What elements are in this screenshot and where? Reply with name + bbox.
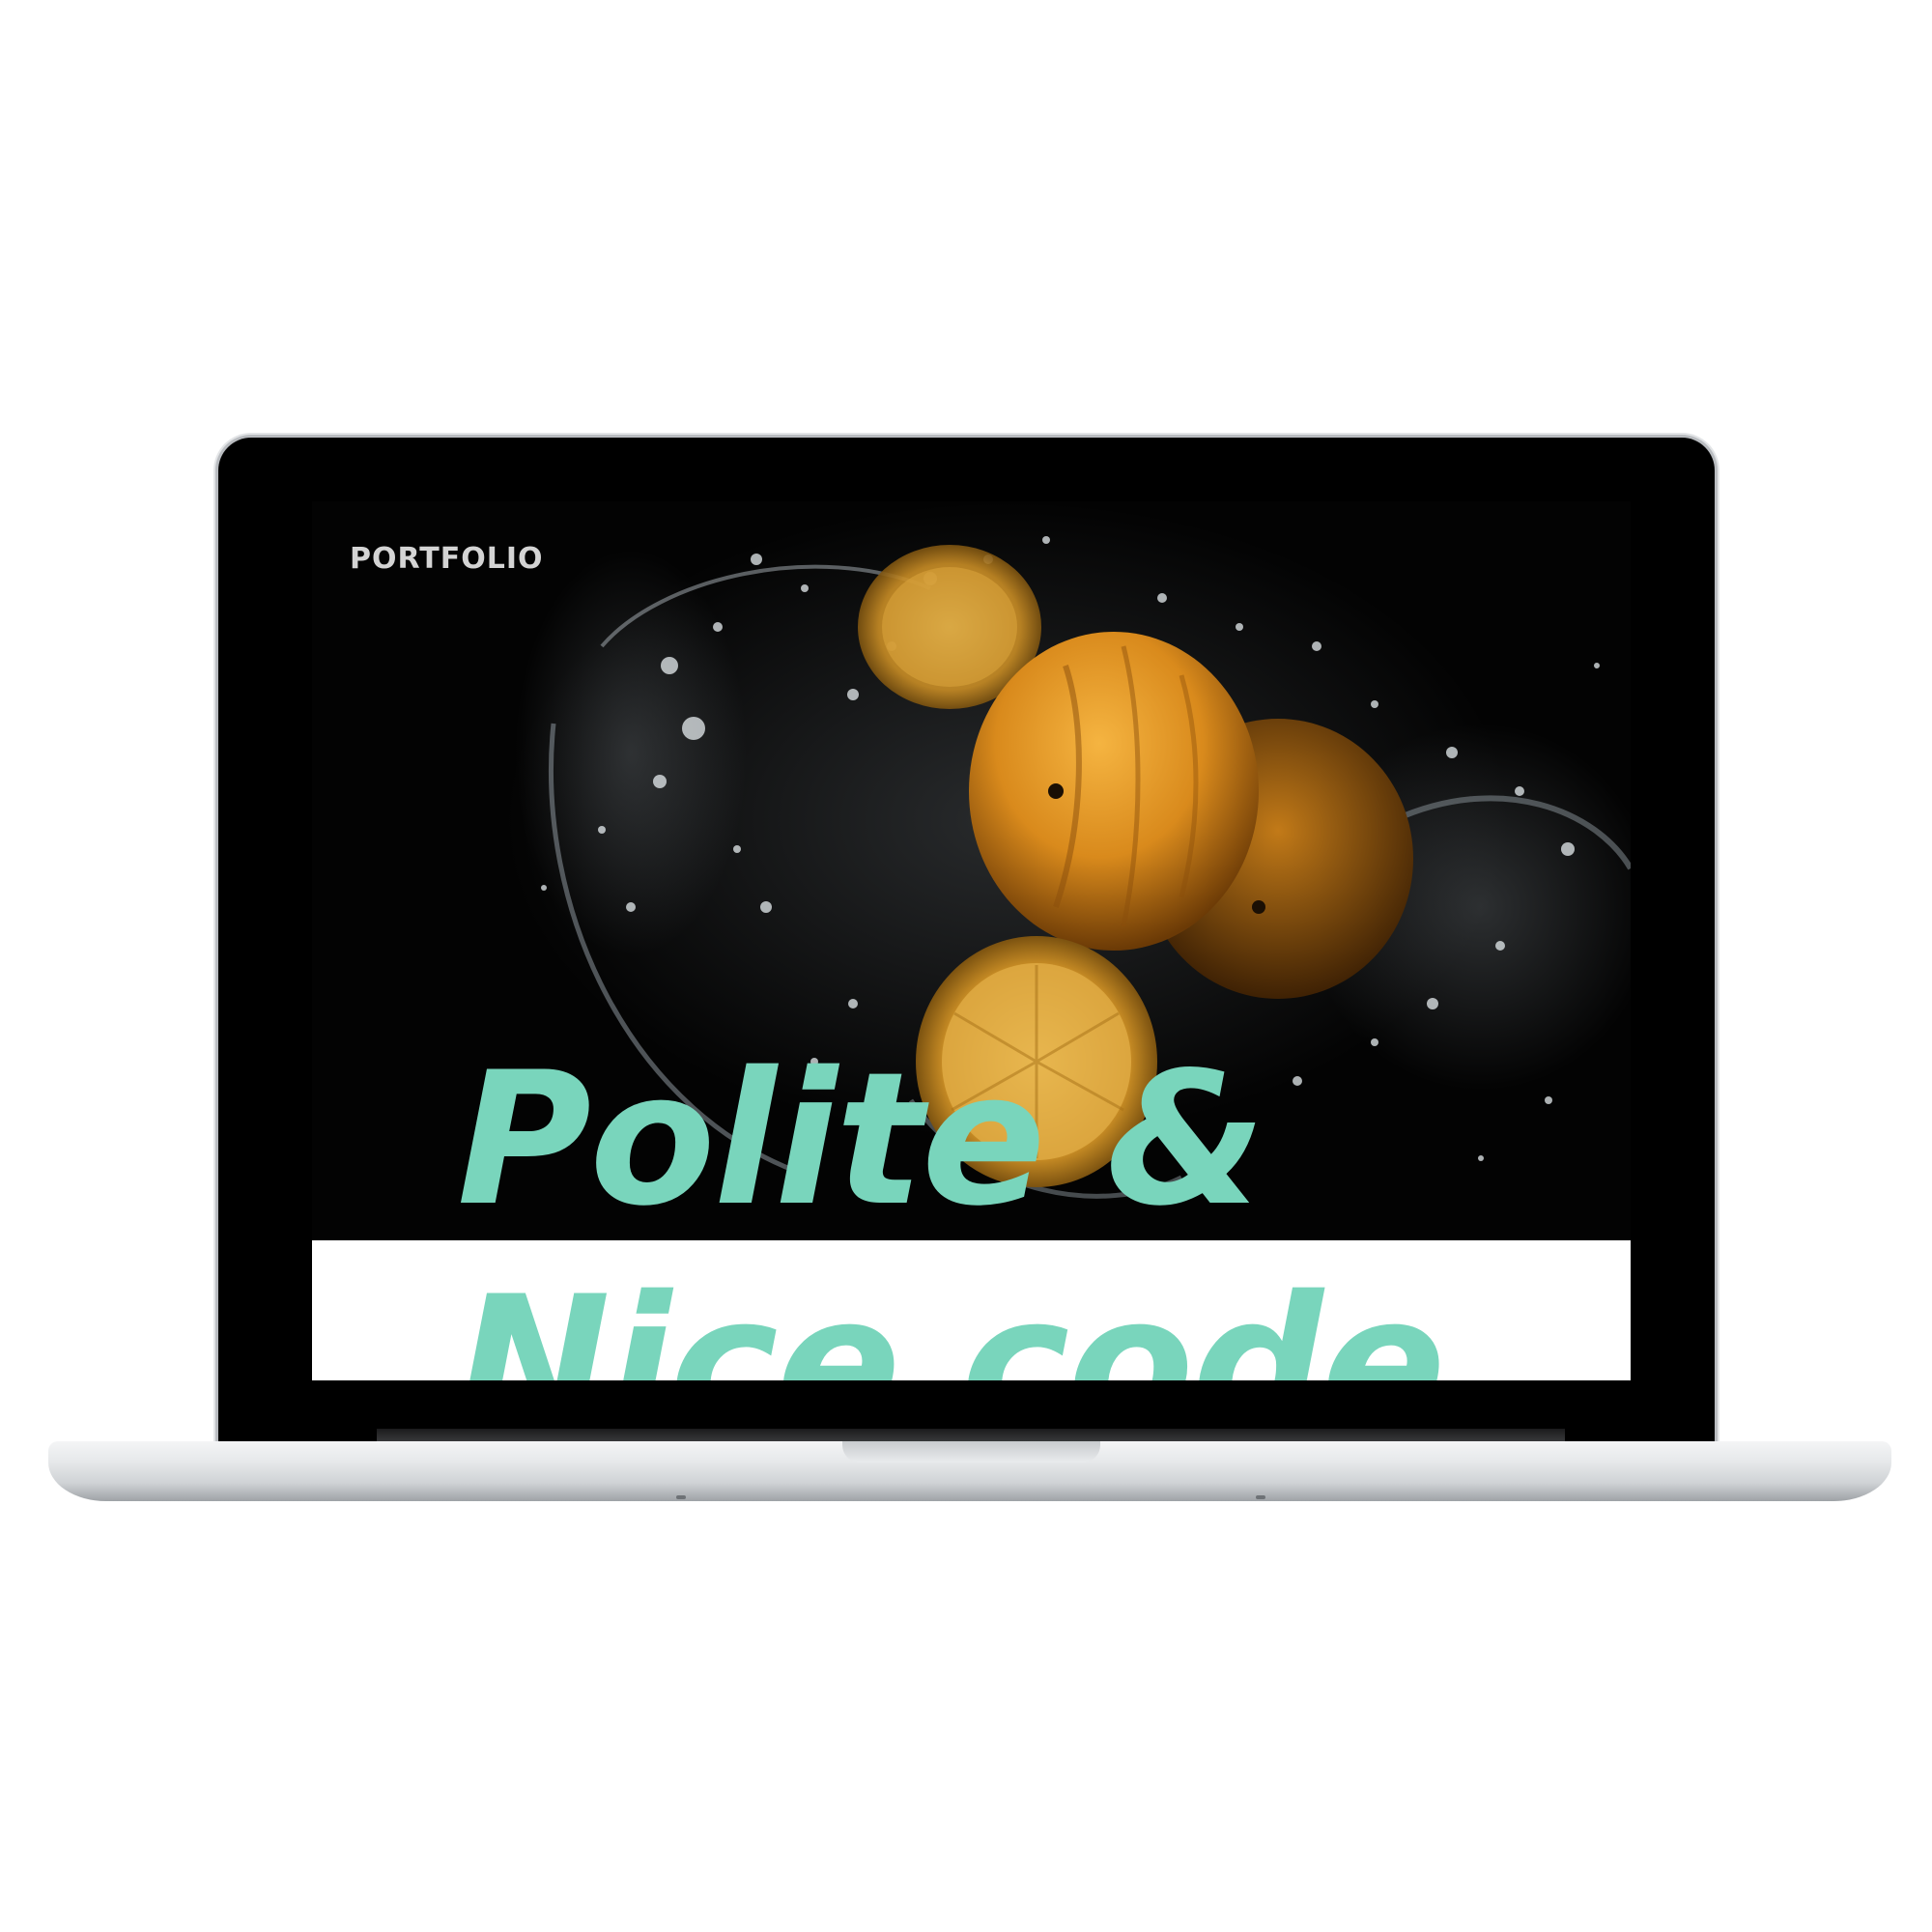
laptop-foot: [676, 1495, 686, 1499]
laptop-opening-notch: [842, 1441, 1100, 1463]
laptop-screen: PORTFOLIO Polite & Nice code: [312, 501, 1631, 1380]
hero-headline: Polite & Nice code: [457, 1028, 1446, 1380]
laptop-hinge: [377, 1429, 1565, 1442]
hero-headline-line-2: Nice code: [457, 1257, 1446, 1380]
brand-logo[interactable]: PORTFOLIO: [350, 542, 543, 576]
laptop-mockup: PORTFOLIO Polite & Nice code: [0, 0, 1932, 1932]
hero-headline-line-1: Polite &: [457, 1033, 1266, 1246]
laptop-foot: [1256, 1495, 1265, 1499]
